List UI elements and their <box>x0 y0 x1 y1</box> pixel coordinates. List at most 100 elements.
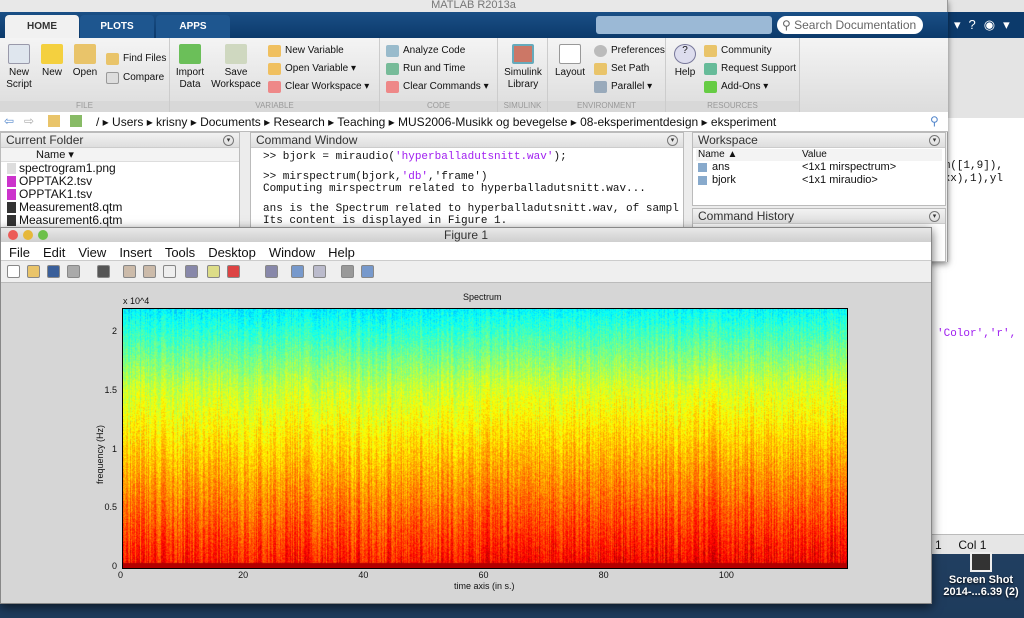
x-axis-label: time axis (in s.) <box>454 581 515 591</box>
import-data-button[interactable]: Import Data <box>172 44 208 91</box>
panel-menu-icon[interactable]: ▾ <box>667 135 678 146</box>
pan-icon[interactable] <box>163 265 176 278</box>
new-script-button[interactable]: New Script <box>4 44 34 91</box>
tab-apps[interactable]: APPS <box>156 15 230 38</box>
back-arrow-icon[interactable]: ⇦ <box>4 114 14 128</box>
menu-file[interactable]: File <box>9 245 30 260</box>
window-title: MATLAB R2013a <box>0 0 947 12</box>
tab-plots[interactable]: PLOTS <box>80 15 154 38</box>
rotate-icon[interactable] <box>185 265 198 278</box>
help-button[interactable]: ? Help <box>670 44 700 79</box>
data-cursor-icon[interactable] <box>207 265 220 278</box>
minimize-icon[interactable] <box>23 230 33 240</box>
current-path: / ▸ Users ▸ krisny ▸ Documents ▸ Researc… <box>96 115 776 129</box>
y-multiplier: x 10^4 <box>123 296 149 306</box>
x-tick-label: 20 <box>238 570 248 580</box>
workspace-panel: Workspace ▾ Name ▲ Value ans <1x1 mirspect… <box>692 132 946 206</box>
workspace-row[interactable]: ans <1x1 mirspectrum> <box>696 161 942 174</box>
menu-insert[interactable]: Insert <box>119 245 152 260</box>
parallel-button[interactable]: Parallel ▾ <box>594 81 652 92</box>
panel-menu-icon[interactable]: ▾ <box>929 211 940 222</box>
save-icon[interactable] <box>47 265 60 278</box>
x-tick-label: 0 <box>118 570 123 580</box>
new-figure-icon[interactable] <box>7 265 20 278</box>
analyze-code-button[interactable]: Analyze Code <box>386 45 465 56</box>
browse-folder-icon[interactable] <box>70 115 82 127</box>
preferences-button[interactable]: Preferences <box>594 45 665 56</box>
show-plot-tools-icon[interactable] <box>361 265 374 278</box>
tab-home[interactable]: HOME <box>5 15 79 38</box>
layout-button[interactable]: Layout <box>550 44 590 79</box>
x-tick-label: 40 <box>358 570 368 580</box>
search-documentation-input[interactable]: ⚲ Search Documentation <box>777 16 923 34</box>
insert-colorbar-icon[interactable] <box>291 265 304 278</box>
figure-menubar: File Edit View Insert Tools Desktop Window Help <box>1 242 931 261</box>
address-bar[interactable]: ⇦ ⇨ / ▸ Users ▸ krisny ▸ Documents ▸ Res… <box>0 112 948 132</box>
request-support-button[interactable]: Request Support <box>704 63 796 74</box>
group-environment: Layout Preferences Set Path Parallel ▾ E… <box>548 38 666 112</box>
column-header-name[interactable]: Name ▾ <box>1 148 239 162</box>
variable-icon <box>698 163 707 172</box>
search-folder-icon[interactable]: ⚲ <box>930 114 939 128</box>
menu-view[interactable]: View <box>78 245 106 260</box>
hide-plot-tools-icon[interactable] <box>341 265 354 278</box>
file-icon <box>7 176 16 187</box>
open-button[interactable]: Open <box>70 44 100 79</box>
new-button[interactable]: New <box>38 44 66 79</box>
run-and-time-button[interactable]: Run and Time <box>386 63 465 74</box>
file-icon <box>7 163 16 174</box>
brush-icon[interactable] <box>227 265 240 278</box>
y-tick-label: 1 <box>112 444 117 454</box>
link-icon[interactable] <box>265 265 278 278</box>
save-workspace-button[interactable]: Save Workspace <box>210 44 262 91</box>
forward-arrow-icon[interactable]: ⇨ <box>24 114 34 128</box>
clear-commands-button[interactable]: Clear Commands ▾ <box>386 81 489 92</box>
new-variable-button[interactable]: New Variable <box>268 45 344 56</box>
zoom-in-icon[interactable] <box>123 265 136 278</box>
group-file: New Script New Open Find Files Compare F… <box>0 38 170 112</box>
column-header-value[interactable]: Value <box>802 149 827 160</box>
set-path-button[interactable]: Set Path <box>594 63 649 74</box>
print-icon[interactable] <box>67 265 80 278</box>
menu-help[interactable]: Help <box>328 245 355 260</box>
insert-legend-icon[interactable] <box>313 265 326 278</box>
find-files-button[interactable]: Find Files <box>106 53 166 64</box>
panel-menu-icon[interactable]: ▾ <box>223 135 234 146</box>
up-folder-icon[interactable] <box>48 115 60 127</box>
menu-tools[interactable]: Tools <box>165 245 195 260</box>
close-icon[interactable] <box>8 230 18 240</box>
zoom-out-icon[interactable] <box>143 265 156 278</box>
open-variable-button[interactable]: Open Variable ▾ <box>268 63 356 74</box>
menu-window[interactable]: Window <box>269 245 315 260</box>
clear-workspace-button[interactable]: Clear Workspace ▾ <box>268 81 369 92</box>
command-line: >> mirspectrum(bjork,'db','frame') <box>251 171 683 183</box>
simulink-library-button[interactable]: Simulink Library <box>500 44 546 91</box>
community-button[interactable]: Community <box>704 45 772 56</box>
workspace-row[interactable]: bjork <1x1 miraudio> <box>696 174 942 187</box>
editor-status: 1 Col 1 <box>931 534 1024 554</box>
add-ons-button[interactable]: Add-Ons ▾ <box>704 81 768 92</box>
menu-edit[interactable]: Edit <box>43 245 65 260</box>
zoom-window-icon[interactable] <box>38 230 48 240</box>
panel-menu-icon[interactable]: ▾ <box>929 135 940 146</box>
open-icon[interactable] <box>27 265 40 278</box>
group-variable: Import Data Save Workspace New Variable … <box>170 38 380 112</box>
output-line: ans is the Spectrum related to hyperball… <box>251 203 683 215</box>
column-header-name[interactable]: Name ▲ <box>698 149 737 160</box>
file-icon <box>7 189 16 200</box>
command-line: >> bjork = miraudio('hyperballadutsnitt.… <box>251 151 683 163</box>
desktop-file-screenshot[interactable]: Screen Shot 2014-...6.39 (2) <box>938 552 1024 612</box>
quick-access-toolbar[interactable] <box>596 16 772 34</box>
matlab-window: MATLAB R2013a HOME PLOTS APPS ⚲ Search D… <box>0 0 948 262</box>
figure-toolbar <box>1 261 931 283</box>
pointer-icon[interactable] <box>97 265 110 278</box>
figure-window: Figure 1 File Edit View Insert Tools Desktop W… <box>0 227 932 604</box>
plot-area: Spectrum x 10^4 frequency (Hz) time axis… <box>1 284 931 604</box>
x-tick-label: 100 <box>719 570 734 580</box>
compare-button[interactable]: Compare <box>106 72 164 83</box>
y-tick-label: 2 <box>112 326 117 336</box>
file-item[interactable]: Measurement6.qtm <box>1 214 239 227</box>
ribbon: New Script New Open Find Files Compare F… <box>0 38 948 112</box>
x-tick-label: 60 <box>478 570 488 580</box>
menu-desktop[interactable]: Desktop <box>208 245 256 260</box>
